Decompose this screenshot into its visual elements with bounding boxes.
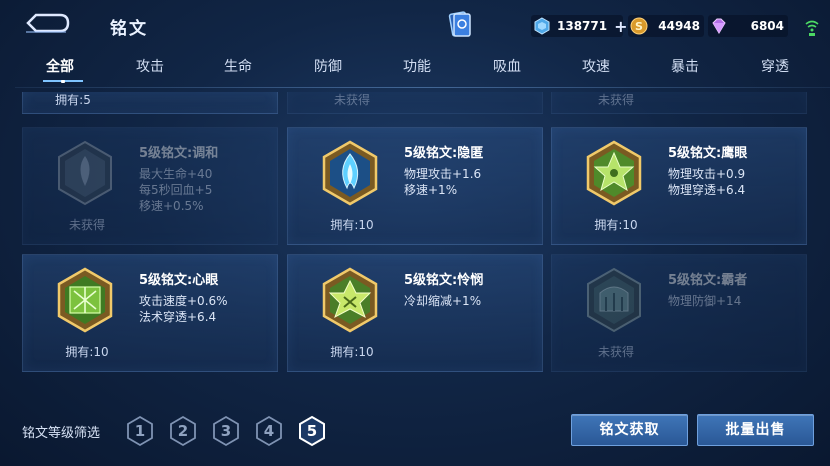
owned-count: 拥有:10: [330, 218, 374, 232]
rune-card-mind-eye[interactable]: 拥有:10 5级铭文:心眼 攻击速度+0.6% 法术穿透+6.4: [22, 254, 278, 372]
category-tabs: 全部 攻击 生命 防御 功能 吸血 攻速 暴击 穿透: [15, 56, 830, 88]
gem-balance: 6804: [708, 15, 788, 37]
rune-card-hawkeye[interactable]: 拥有:10 5级铭文:鹰眼 物理攻击+0.9 物理穿透+6.4: [551, 127, 807, 245]
tab-crit[interactable]: 暴击: [650, 56, 720, 76]
rune-guide-button[interactable]: [447, 10, 473, 38]
level-filter-label: 铭文等级筛选: [22, 426, 101, 441]
rune-attr: 移速+0.5%: [139, 199, 204, 213]
rune-card-overlord[interactable]: 未获得 5级铭文:霸者 物理防御+14: [551, 254, 807, 372]
active-tab-indicator: [43, 80, 83, 83]
tab-lifesteal[interactable]: 吸血: [472, 56, 542, 76]
bulk-sell-button[interactable]: 批量出售: [697, 414, 814, 446]
gold-balance: S 44948: [628, 15, 704, 37]
rune-name: 5级铭文:霸者: [668, 273, 748, 288]
level-filter-3[interactable]: 3: [211, 415, 241, 447]
rune-name: 5级铭文:调和: [139, 146, 219, 161]
level-label: 5: [306, 422, 318, 440]
page-title: 铭文: [110, 19, 148, 39]
rune-card-stealth[interactable]: 拥有:10 5级铭文:隐匿 物理攻击+1.6 移速+1%: [287, 127, 543, 245]
rune-attr: 物理攻击+1.6: [404, 167, 482, 181]
level-label: 3: [220, 422, 232, 440]
mind-eye-rune-icon: [57, 267, 113, 333]
rune-attr: 法术穿透+6.4: [139, 310, 217, 324]
coupon-balance[interactable]: 138771 +: [531, 15, 628, 37]
owned-count: 拥有:10: [594, 218, 638, 232]
rune-attr: 每5秒回血+5: [139, 183, 213, 197]
owned-count: 未获得: [597, 345, 634, 359]
owned-count: 拥有:10: [65, 345, 109, 359]
rune-card[interactable]: 未获得: [551, 92, 807, 114]
rune-grid: 拥有:5 未获得 未获得 未获得 5级铭文:调和 最大生命+40 每5秒回血+5…: [0, 92, 830, 378]
rune-name: 5级铭文:怜悯: [404, 273, 484, 288]
tab-all[interactable]: 全部: [25, 56, 95, 76]
tab-utility[interactable]: 功能: [382, 56, 452, 76]
gold-coin-icon: S: [630, 17, 648, 35]
owned-count: 拥有:10: [330, 345, 374, 359]
mercy-rune-icon: [322, 267, 378, 333]
rune-name: 5级铭文:隐匿: [404, 146, 484, 161]
coupon-value: 138771: [557, 19, 608, 33]
level-filter-4[interactable]: 4: [254, 415, 284, 447]
rune-card[interactable]: 未获得: [287, 92, 543, 114]
card-book-icon: [448, 11, 471, 37]
stealth-rune-icon: [322, 140, 378, 206]
add-coupon-button[interactable]: +: [614, 17, 627, 36]
rune-attr: 移速+1%: [404, 183, 458, 197]
tab-attack-speed[interactable]: 攻速: [561, 56, 631, 76]
gold-value: 44948: [658, 19, 700, 33]
owned-count: 未获得: [597, 93, 634, 107]
svg-text:S: S: [635, 20, 643, 33]
level-label: 2: [177, 422, 189, 440]
rune-attr: 最大生命+40: [139, 167, 213, 181]
tab-attack[interactable]: 攻击: [115, 56, 185, 76]
top-bar: 铭文 138771 + S 44948 6804: [0, 0, 830, 52]
gem-value: 6804: [750, 19, 784, 33]
tab-health[interactable]: 生命: [203, 56, 273, 76]
owned-count: 未获得: [333, 93, 370, 107]
owned-count: 未获得: [68, 218, 105, 232]
back-button[interactable]: [22, 10, 72, 36]
rune-attr: 物理防御+14: [668, 294, 742, 308]
rune-name: 5级铭文:鹰眼: [668, 146, 748, 161]
coupon-icon: [534, 17, 550, 35]
level-filter-2[interactable]: 2: [168, 415, 198, 447]
owned-count: 拥有:5: [55, 93, 91, 107]
harmony-rune-icon: [58, 140, 112, 206]
rune-card-harmony[interactable]: 未获得 5级铭文:调和 最大生命+40 每5秒回血+5 移速+0.5%: [22, 127, 278, 245]
tab-defense[interactable]: 防御: [293, 56, 363, 76]
overlord-rune-icon: [587, 267, 641, 333]
rune-card[interactable]: 拥有:5: [22, 92, 278, 114]
get-runes-button[interactable]: 铭文获取: [571, 414, 688, 446]
hawkeye-rune-icon: [586, 140, 642, 206]
tab-penetration[interactable]: 穿透: [740, 56, 810, 76]
rune-attr: 物理穿透+6.4: [668, 183, 746, 197]
diamond-icon: [712, 18, 726, 34]
wifi-icon: [804, 17, 820, 39]
level-label: 4: [263, 422, 275, 440]
level-filter-1[interactable]: 1: [125, 415, 155, 447]
rune-name: 5级铭文:心眼: [139, 273, 219, 288]
rune-attr: 冷却缩减+1%: [404, 294, 482, 308]
rune-card-mercy[interactable]: 拥有:10 5级铭文:怜悯 冷却缩减+1%: [287, 254, 543, 372]
level-filter-5[interactable]: 5: [297, 415, 327, 447]
tab-divider: [15, 87, 830, 88]
rune-attr: 物理攻击+0.9: [668, 167, 746, 181]
rune-attr: 攻击速度+0.6%: [139, 294, 228, 308]
back-arrow-icon: [26, 13, 70, 33]
level-label: 1: [134, 422, 146, 440]
